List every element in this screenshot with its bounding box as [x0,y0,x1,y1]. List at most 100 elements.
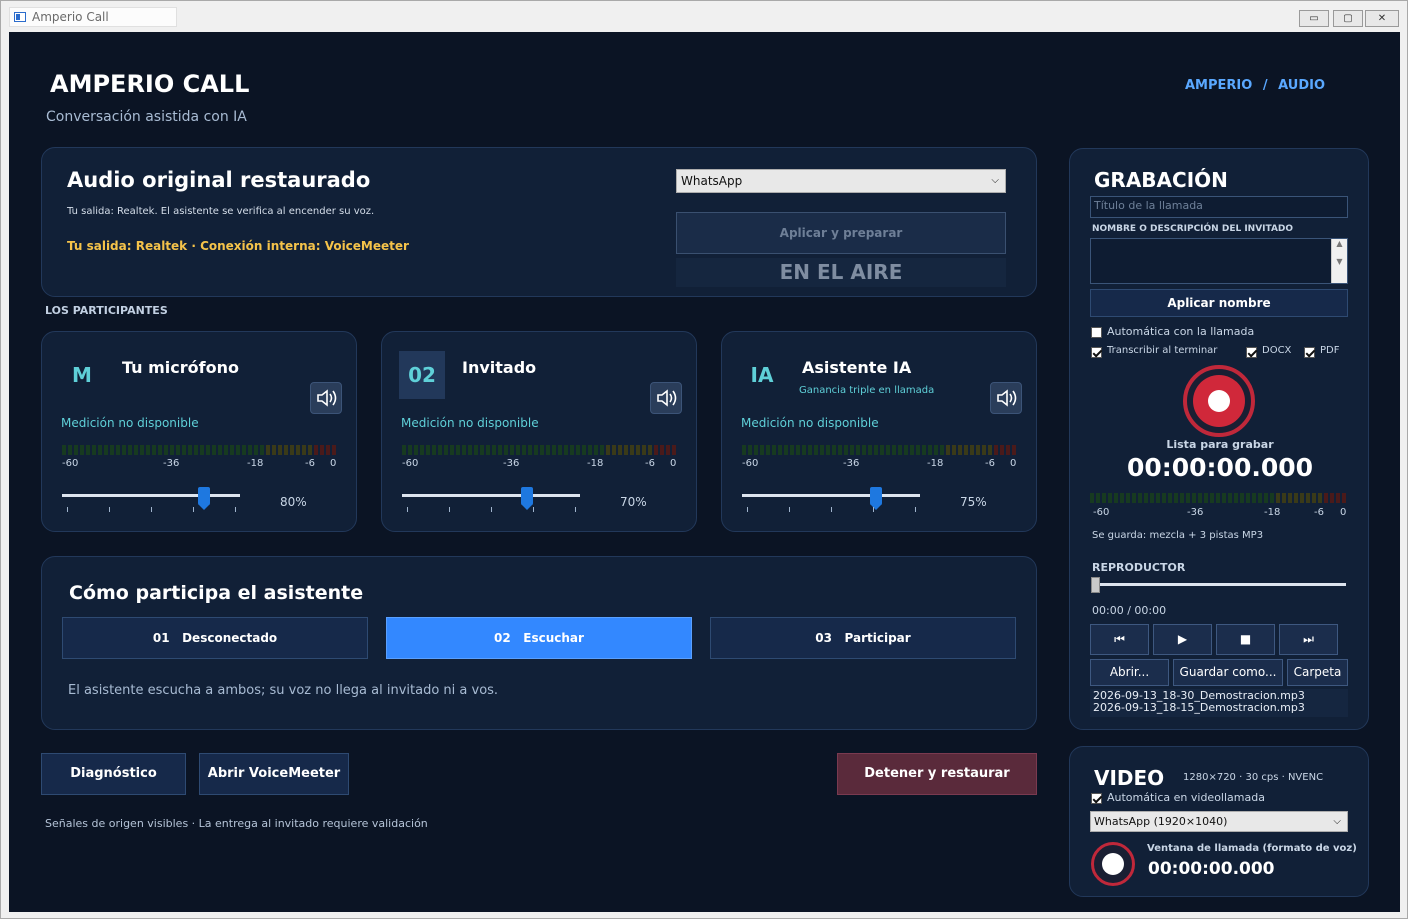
save-as-button[interactable]: Guardar como... [1173,659,1283,686]
recording-level-meter [1090,493,1346,503]
mode-disconnected-button[interactable]: 01 Desconectado [62,617,368,659]
close-button[interactable]: ✕ [1365,10,1399,27]
on-air-indicator: EN EL AIRE [676,258,1006,287]
auto-record-label: Automática con la llamada [1107,325,1255,338]
participant-name: Invitado [462,358,537,377]
diagnostics-button[interactable]: Diagnóstico [41,753,186,795]
app-select-value: WhatsApp [681,174,743,188]
skip-back-button[interactable]: ⏮ [1090,624,1149,655]
app-subtitle: Conversación asistida con IA [46,109,247,125]
apply-prepare-button[interactable]: Aplicar y preparar [676,212,1006,254]
open-file-button[interactable]: Abrir... [1090,659,1169,686]
chevron-down-icon: ⌵ [991,175,999,186]
maximize-button[interactable]: ▢ [1333,10,1363,27]
video-window-label: Ventana de llamada (formato de voz) [1147,843,1357,854]
video-title: VIDEO [1094,766,1165,790]
breadcrumb: AMPERIO / AUDIO [1185,78,1325,93]
player-seek-thumb[interactable] [1091,577,1100,593]
participants-label: LOS PARTICIPANTES [45,304,168,317]
app-window-icon [14,12,26,22]
speaker-icon [657,389,677,407]
guest-label: NOMBRE O DESCRIPCIÓN DEL INVITADO [1092,224,1294,234]
skip-forward-button[interactable]: ⏭ [1279,624,1338,655]
player-label: REPRODUCTOR [1092,561,1186,574]
mode-number: 03 [815,631,832,645]
breadcrumb-amperio[interactable]: AMPERIO [1185,78,1252,93]
list-item[interactable]: 2026-09-13_18-15_Demostracion.mp3 [1093,702,1345,714]
participant-badge: IA [750,363,774,387]
volume-slider-ticks [402,507,580,512]
mode-listen-button[interactable]: 02 Escuchar [386,617,692,659]
volume-slider-track[interactable] [402,494,580,497]
speaker-button[interactable] [990,382,1022,414]
transcribe-checkbox[interactable] [1091,347,1102,358]
player-time: 00:00 / 00:00 [1092,604,1167,617]
footer-note: Señales de origen visibles · La entrega … [45,817,428,830]
auto-video-checkbox[interactable] [1091,793,1102,804]
folder-button[interactable]: Carpeta [1287,659,1348,686]
minimize-button[interactable]: ▭ [1299,10,1329,27]
participant-card-my-microphone: M Tu micrófono Medición no disponible -6… [41,331,357,532]
recording-meter-ticks: -60 -36 -18 -6 0 [1093,507,1347,518]
mode-label: Escuchar [523,631,584,645]
participant-card-ai-assistant: IA Asistente IA Ganancia triple en llama… [721,331,1037,532]
auto-record-checkbox[interactable] [1091,327,1102,338]
volume-slider-thumb[interactable] [198,487,211,510]
pdf-checkbox[interactable] [1304,347,1315,358]
speaker-button[interactable] [310,382,342,414]
video-source-select[interactable]: WhatsApp (1920×1040) ⌵ [1090,811,1348,832]
level-meter [742,445,1016,455]
status-title: Audio original restaurado [67,168,371,192]
mode-participate-button[interactable]: 03 Participar [710,617,1016,659]
skip-forward-icon: ⏭ [1303,632,1314,646]
breadcrumb-separator: / [1262,78,1268,93]
mode-label: Participar [844,631,911,645]
breadcrumb-audio[interactable]: AUDIO [1278,78,1325,93]
docx-checkbox[interactable] [1246,347,1257,358]
level-meter [62,445,336,455]
meter-status: Medición no disponible [741,416,879,430]
window-title-tab: Amperio Call [9,7,177,27]
video-record-icon [1102,853,1124,875]
volume-slider-ticks [742,507,920,512]
volume-slider-track[interactable] [742,494,920,497]
assistant-mode-description: El asistente escucha a ambos; su voz no … [68,683,499,698]
app-select[interactable]: WhatsApp ⌵ [676,169,1006,193]
meter-ticks: -60 -36 -18 -6 0 [742,458,1017,469]
play-icon: ▶ [1177,632,1188,646]
window-title: Amperio Call [32,10,109,24]
save-format-info: Se guarda: mezcla + 3 pistas MP3 [1092,530,1264,541]
volume-slider-track[interactable] [62,494,240,497]
participant-card-guest: 02 Invitado Medición no disponible -60 -… [381,331,697,532]
video-timer: 00:00:00.000 [1148,859,1275,879]
meter-status: Medición no disponible [401,416,539,430]
record-icon [1193,375,1245,427]
app-title: AMPERIO CALL [50,70,250,98]
recording-title: GRABACIÓN [1094,168,1228,192]
recordings-list[interactable]: 2026-09-13_18-30_Demostracion.mp3 2026-0… [1090,689,1348,717]
stop-button[interactable]: ■ [1216,624,1275,655]
skip-back-icon: ⏮ [1114,632,1125,646]
meter-status: Medición no disponible [61,416,199,430]
speaker-icon [997,389,1017,407]
mode-number: 02 [494,631,511,645]
play-button[interactable]: ▶ [1153,624,1212,655]
title-bar[interactable]: Amperio Call ▭ ▢ ✕ [1,1,1407,32]
video-source-value: WhatsApp (1920×1040) [1094,815,1228,828]
call-title-input[interactable]: Título de la llamada [1090,196,1348,218]
stop-restore-button[interactable]: Detener y restaurar [837,753,1037,795]
guest-description-textarea[interactable]: ▲ ▼ [1090,238,1348,284]
textarea-scrollbar[interactable]: ▲ ▼ [1331,239,1347,283]
open-voicemeeter-button[interactable]: Abrir VoiceMeeter [199,753,349,795]
participant-subtitle: Ganancia triple en llamada [799,385,935,396]
status-detail: Tu salida: Realtek. El asistente se veri… [67,206,375,217]
speaker-icon [317,389,337,407]
apply-name-button[interactable]: Aplicar nombre [1090,289,1348,317]
volume-slider-thumb[interactable] [869,487,882,510]
video-record-button[interactable] [1091,842,1135,886]
record-button[interactable] [1183,365,1255,437]
speaker-button[interactable] [650,382,682,414]
volume-slider-thumb[interactable] [520,487,533,510]
participant-name: Tu micrófono [122,358,239,377]
player-seek-track[interactable] [1094,583,1346,586]
